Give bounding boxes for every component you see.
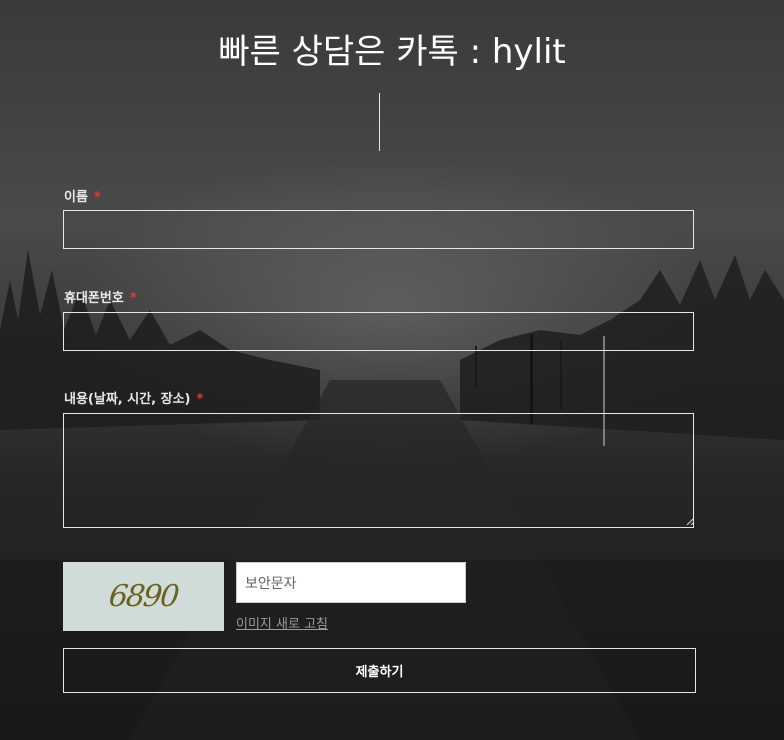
name-input[interactable] xyxy=(63,210,694,249)
captcha-image: 6890 xyxy=(63,562,224,631)
resize-handle-icon[interactable] xyxy=(686,517,694,525)
name-label: 이름 * xyxy=(64,186,101,205)
page-title: 빠른 상담은 카톡 : hylit xyxy=(218,32,566,72)
content-label: 내용(날짜, 시간, 장소) * xyxy=(64,388,203,407)
phone-label-text: 휴대폰번호 xyxy=(64,291,124,306)
name-label-text: 이름 xyxy=(64,190,88,205)
title-divider xyxy=(379,93,380,151)
phone-input[interactable] xyxy=(63,312,694,351)
phone-label: 휴대폰번호 * xyxy=(64,287,137,306)
required-mark: * xyxy=(129,291,137,306)
content-label-text: 내용(날짜, 시간, 장소) xyxy=(64,392,191,407)
required-mark: * xyxy=(93,190,101,205)
required-mark: * xyxy=(196,392,204,407)
submit-button[interactable]: 제출하기 xyxy=(63,648,696,693)
captcha-placeholder: 보안문자 xyxy=(245,575,297,592)
refresh-captcha-link[interactable]: 이미지 새로 고침 xyxy=(236,613,328,632)
content-textarea[interactable] xyxy=(63,413,694,528)
captcha-input[interactable]: 보안문자 xyxy=(236,562,466,603)
captcha-code: 6890 xyxy=(107,579,180,614)
